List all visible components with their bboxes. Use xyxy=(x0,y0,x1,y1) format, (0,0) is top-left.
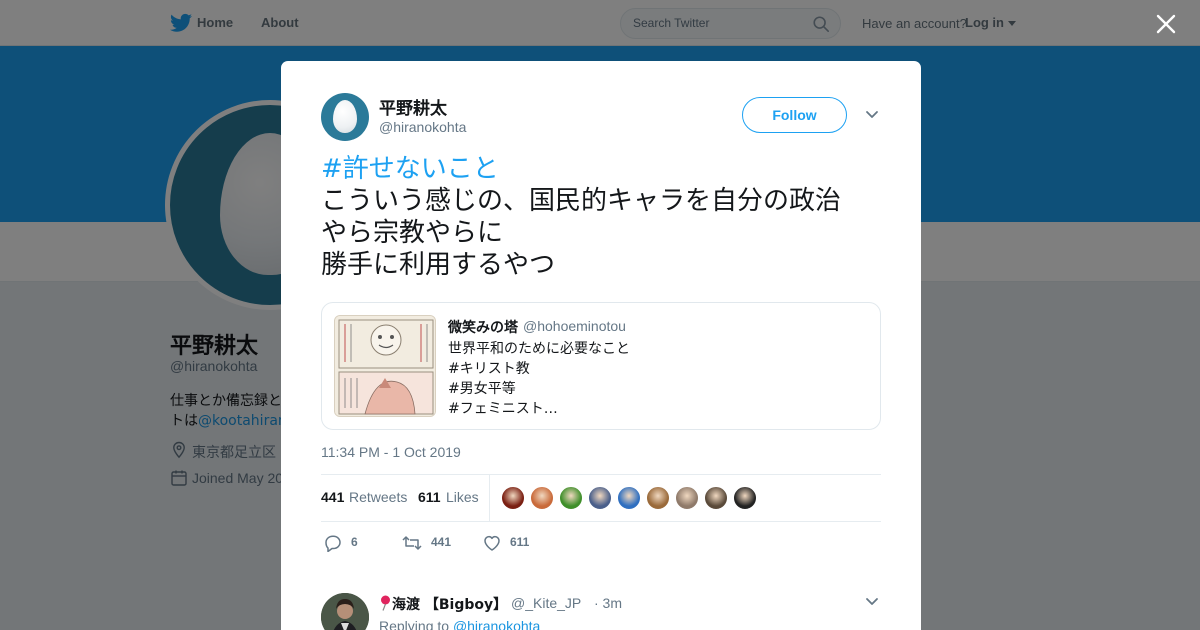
quoted-tweet-line: #フェミニスト… xyxy=(448,401,558,417)
red-pin-icon xyxy=(381,595,390,611)
quoted-author-handle: @hohoeminotou xyxy=(523,318,626,334)
author-avatar[interactable] xyxy=(321,93,369,141)
reply-section-gap xyxy=(281,573,921,583)
comic-panel-image xyxy=(335,316,435,416)
divider xyxy=(321,521,881,522)
liker-avatar[interactable] xyxy=(617,486,641,510)
divider xyxy=(321,474,881,475)
liker-avatar[interactable] xyxy=(530,486,554,510)
tweet-timestamp[interactable]: 11:34 PM - 1 Oct 2019 xyxy=(321,444,461,460)
quoted-tweet-line: #キリスト教 xyxy=(448,361,530,377)
retweets-count[interactable]: 441 xyxy=(321,489,344,505)
egg-avatar-icon xyxy=(333,100,357,133)
chevron-down-icon[interactable] xyxy=(865,109,879,121)
liker-avatar[interactable] xyxy=(733,486,757,510)
liker-avatar[interactable] xyxy=(501,486,525,510)
retweet-icon[interactable] xyxy=(402,534,422,552)
author-name[interactable]: 平野耕太 xyxy=(379,94,447,119)
quoted-author-name: 微笑みの塔 xyxy=(448,320,518,336)
quoted-tweet-line: #男女平等 xyxy=(448,381,516,397)
likes-count[interactable]: 611 xyxy=(418,489,441,505)
liker-avatar[interactable] xyxy=(675,486,699,510)
reply-avatar-image xyxy=(321,593,369,630)
replying-to-label: Replying to xyxy=(379,618,450,630)
retweet-count: 441 xyxy=(431,535,452,549)
reply-author-name-text: 海渡 【Bigboy】 xyxy=(392,597,508,613)
tweet-text-line: 勝手に利用するやつ xyxy=(321,250,556,280)
liker-avatar[interactable] xyxy=(559,486,583,510)
reply-count: 6 xyxy=(351,535,358,549)
tweet-text-line: やら宗教やらに xyxy=(321,218,504,248)
tweet-text-line: こういう感じの、国民的キャラを自分の政治 xyxy=(321,186,842,216)
hashtag-link[interactable]: #許せないこと xyxy=(321,153,891,185)
replying-to-line: Replying to @hiranokohta xyxy=(379,618,540,630)
chevron-down-icon[interactable] xyxy=(865,596,879,608)
close-icon[interactable] xyxy=(1154,12,1178,36)
like-count: 611 xyxy=(510,535,530,549)
tweet-modal: 平野耕太 @hiranokohta Follow #許せないこと こういう感じの… xyxy=(281,61,921,630)
reply-author-avatar[interactable] xyxy=(321,593,369,630)
quoted-tweet-line: 世界平和のために必要なこと xyxy=(448,341,630,357)
liker-avatar[interactable] xyxy=(588,486,612,510)
stats-divider xyxy=(489,475,490,521)
reply-author-handle[interactable]: @_Kite_JP xyxy=(511,595,581,611)
follow-button[interactable]: Follow xyxy=(742,97,847,133)
quoted-tweet-thumbnail[interactable] xyxy=(334,315,436,417)
likes-label[interactable]: Likes xyxy=(446,489,479,505)
liker-avatar[interactable] xyxy=(646,486,670,510)
heart-icon[interactable] xyxy=(482,534,502,552)
liker-avatar[interactable] xyxy=(704,486,728,510)
retweets-label[interactable]: Retweets xyxy=(349,489,407,505)
reply-icon[interactable] xyxy=(323,534,343,552)
tweet-text: #許せないこと こういう感じの、国民的キャラを自分の政治 やら宗教やらに 勝手に… xyxy=(321,153,891,281)
reply-author-name[interactable]: 海渡 【Bigboy】 xyxy=(379,594,507,614)
author-handle[interactable]: @hiranokohta xyxy=(379,119,466,135)
replying-to-mention-link[interactable]: @hiranokohta xyxy=(453,618,540,630)
quoted-tweet-card[interactable]: 微笑みの塔 @hohoeminotou 世界平和のために必要なこと #キリスト教… xyxy=(321,302,881,430)
reply-time[interactable]: · 3m xyxy=(594,595,622,611)
